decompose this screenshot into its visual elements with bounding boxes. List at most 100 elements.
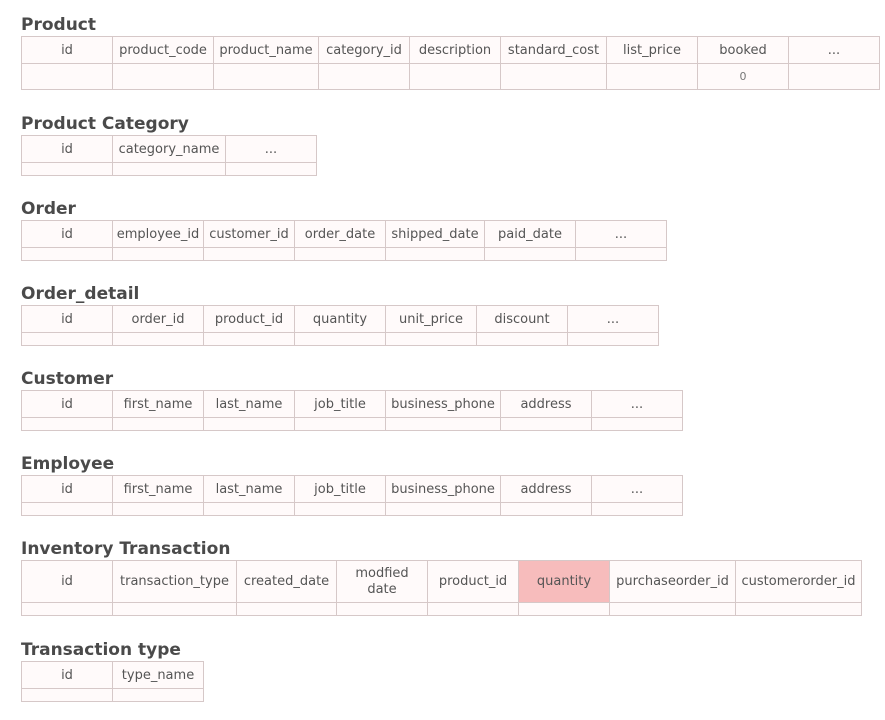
entity-table: id type_name <box>21 661 204 702</box>
entity-customer: Customer id first_name last_name job_title bu… <box>21 368 683 431</box>
header-row: id type_name <box>21 661 204 689</box>
column-header-id: id <box>21 560 113 603</box>
value-cell <box>236 602 337 616</box>
value-cell <box>21 162 113 176</box>
value-cell <box>409 63 501 90</box>
column-header-order-id: order_id <box>112 305 204 333</box>
value-cell <box>385 247 485 261</box>
entity-order-detail: Order_detail id order_id product_id quantity… <box>21 283 659 346</box>
column-header-modfied-date: modfied date <box>336 560 428 603</box>
value-cell <box>609 602 736 616</box>
value-cell <box>476 332 568 346</box>
value-cell <box>500 417 592 431</box>
entity-title: Order <box>21 199 76 219</box>
column-header-address: address <box>500 475 592 503</box>
column-header-last-name: last_name <box>203 475 295 503</box>
entity-title: Product <box>21 15 96 35</box>
column-header-shipped-date: shipped_date <box>385 220 485 248</box>
value-row <box>21 247 667 261</box>
value-cell <box>21 602 113 616</box>
value-row <box>21 162 317 176</box>
entity-title: Inventory Transaction <box>21 539 231 559</box>
column-header-id: id <box>21 135 113 163</box>
value-cell <box>21 247 113 261</box>
column-header-product-name: product_name <box>213 36 319 64</box>
value-cell <box>385 502 501 516</box>
schema-diagram: Product id product_code product_name categor… <box>0 0 885 720</box>
column-header-id: id <box>21 36 113 64</box>
value-cell <box>21 63 113 90</box>
value-row <box>21 502 683 516</box>
value-cell <box>203 332 295 346</box>
header-row: id first_name last_name job_title business_p… <box>21 390 683 418</box>
value-row <box>21 688 204 702</box>
column-header-standard-cost: standard_cost <box>500 36 607 64</box>
value-cell <box>591 502 683 516</box>
column-header-more: ... <box>575 220 667 248</box>
column-header-paid-date: paid_date <box>484 220 576 248</box>
value-cell <box>294 247 386 261</box>
column-header-more: ... <box>591 475 683 503</box>
column-header-description: description <box>409 36 501 64</box>
value-cell <box>567 332 659 346</box>
column-header-category-name: category_name <box>112 135 226 163</box>
entity-product-category: Product Category id category_name... <box>21 113 317 176</box>
header-row: id employee_id customer_id order_date shippe… <box>21 220 667 248</box>
value-cell <box>203 417 295 431</box>
column-header-type-name: type_name <box>112 661 204 689</box>
column-header-customer-id: customer_id <box>203 220 295 248</box>
column-header-order-date: order_date <box>294 220 386 248</box>
column-header-more: ... <box>225 135 317 163</box>
entity-employee: Employee id first_name last_name job_title bu… <box>21 453 683 516</box>
entity-title: Transaction type <box>21 640 181 660</box>
entity-table: id employee_id customer_id order_date shippe… <box>21 220 667 261</box>
entity-title: Product Category <box>21 114 189 134</box>
column-header-quantity: quantity <box>294 305 386 333</box>
value-cell <box>591 417 683 431</box>
value-cell <box>735 602 862 616</box>
entity-table: id order_id product_id quantity unit_price di… <box>21 305 659 346</box>
column-header-product-code: product_code <box>112 36 214 64</box>
entity-table: id category_name... <box>21 135 317 176</box>
column-header-employee-id: employee_id <box>112 220 204 248</box>
value-row <box>21 332 659 346</box>
column-header-job-title: job_title <box>294 475 386 503</box>
entity-transaction-type: Transaction type id type_name <box>21 639 204 702</box>
value-cell <box>213 63 319 90</box>
column-header-more: ... <box>591 390 683 418</box>
value-cell <box>500 63 607 90</box>
column-header-quantity: quantity <box>518 560 610 603</box>
value-cell <box>21 332 113 346</box>
value-cell <box>385 332 477 346</box>
column-header-id: id <box>21 390 113 418</box>
value-cell <box>112 332 204 346</box>
entity-product: Product id product_code product_name categor… <box>21 14 880 90</box>
value-cell <box>112 417 204 431</box>
entity-inventory-transaction: Inventory Transaction id transaction_type c… <box>21 538 862 616</box>
column-header-purchaseorder-id: purchaseorder_id <box>609 560 736 603</box>
value-row: 0 <box>21 63 880 90</box>
value-cell <box>225 162 317 176</box>
value-cell <box>427 602 519 616</box>
value-cell <box>294 332 386 346</box>
value-cell <box>788 63 880 90</box>
value-cell <box>294 502 386 516</box>
entity-table: id first_name last_name job_title business_p… <box>21 390 683 431</box>
column-header-id: id <box>21 661 113 689</box>
header-row: id product_code product_name category_id des… <box>21 36 880 64</box>
value-cell <box>21 417 113 431</box>
value-row <box>21 417 683 431</box>
column-header-id: id <box>21 475 113 503</box>
column-header-discount: discount <box>476 305 568 333</box>
column-header-address: address <box>500 390 592 418</box>
value-cell: 0 <box>697 63 789 90</box>
column-header-booked: booked <box>697 36 789 64</box>
column-header-more: ... <box>788 36 880 64</box>
value-cell <box>21 502 113 516</box>
value-cell <box>112 63 214 90</box>
value-cell <box>112 247 204 261</box>
header-row: id category_name... <box>21 135 317 163</box>
column-header-list-price: list_price <box>606 36 698 64</box>
value-cell <box>112 502 204 516</box>
column-header-more: ... <box>567 305 659 333</box>
